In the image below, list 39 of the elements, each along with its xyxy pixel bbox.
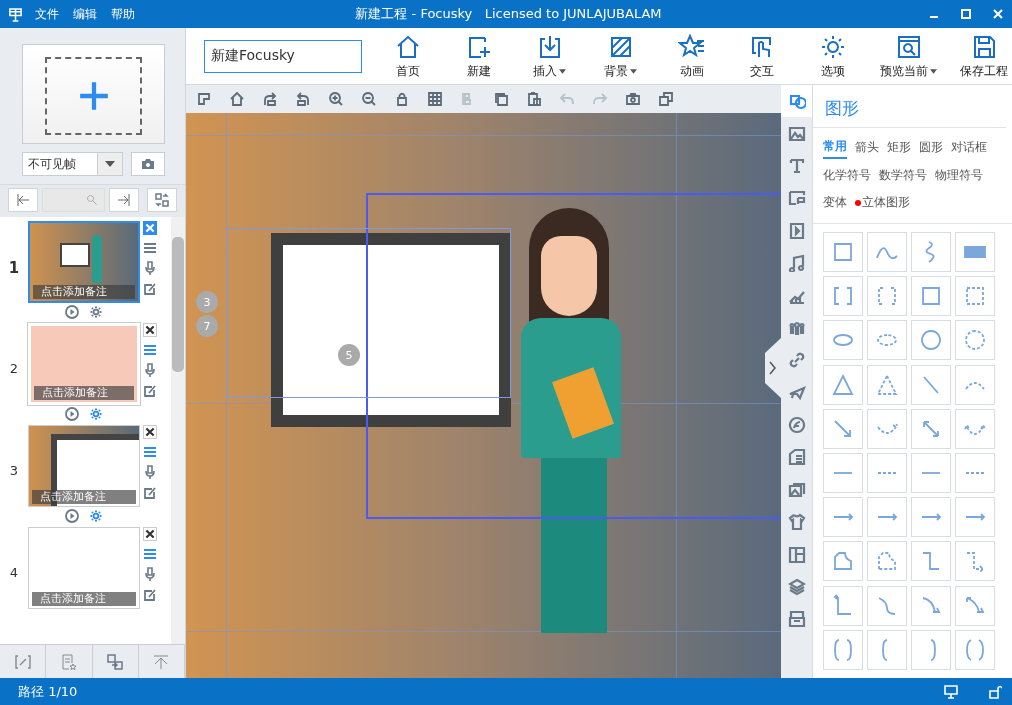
toolbar-button[interactable]: 动画 — [665, 32, 718, 80]
frame-thumbnail[interactable]: 点击添加备注 — [28, 323, 140, 405]
category-tab[interactable]: 常用 — [823, 138, 847, 159]
category-tab[interactable]: 物理符号 — [935, 167, 983, 186]
panel-title: 图形 — [813, 85, 1006, 128]
project-name-field[interactable]: 新建Focusky — [204, 39, 362, 73]
category-tab[interactable]: 矩形 — [887, 138, 911, 159]
frame-thumbnail[interactable]: 点击添加备注 — [28, 221, 140, 303]
frame-type-dropdown[interactable]: 不可见帧 — [22, 152, 123, 176]
menu-item[interactable]: 文件 — [35, 5, 59, 23]
frame-number: 4 — [8, 565, 20, 580]
frame-note[interactable]: 点击添加备注 — [34, 386, 134, 400]
toolbar-button[interactable]: 选项 — [807, 32, 860, 80]
toolbar-button[interactable]: 背景 — [594, 32, 647, 80]
toolbar-button[interactable]: 首页 — [382, 32, 434, 80]
category-tab[interactable]: 箭头 — [855, 138, 879, 159]
category-tab[interactable]: 变体 — [823, 194, 847, 213]
category-tab[interactable]: 数学符号 — [879, 167, 927, 186]
frame-note[interactable]: 点击添加备注 — [32, 592, 136, 606]
menu-item[interactable]: 帮助 — [111, 5, 135, 23]
frame-number: 1 — [7, 259, 21, 277]
frame-number: 3 — [8, 463, 20, 478]
frame-thumbnail[interactable]: 点击添加备注 — [28, 425, 140, 507]
category-tab[interactable]: 圆形 — [919, 138, 943, 159]
menu-item[interactable]: 编辑 — [73, 5, 97, 23]
path-counter: 路径 1/10 — [18, 682, 78, 701]
category-tab[interactable]: 对话框 — [951, 138, 987, 159]
window-title: 新建工程 - Focusky Licensed to JUNLAJUBALAM — [354, 5, 663, 23]
toolbar-button[interactable]: 保存工程 — [958, 32, 1010, 80]
toolbar-button[interactable]: 预览当前 — [878, 32, 940, 80]
category-tab[interactable]: 立体图形 — [855, 194, 910, 213]
frame-note[interactable]: 点击添加备注 — [32, 490, 136, 504]
category-tab[interactable]: 化学符号 — [823, 167, 871, 186]
frame-number: 2 — [8, 361, 20, 376]
frame-thumbnail[interactable]: 点击添加备注 — [28, 527, 140, 609]
toolbar-button[interactable]: 交互 — [736, 32, 789, 80]
toolbar-button[interactable]: 新建 — [452, 32, 505, 80]
toolbar-button[interactable]: 插入 — [523, 32, 576, 80]
frame-note[interactable]: 点击添加备注 — [33, 285, 135, 299]
